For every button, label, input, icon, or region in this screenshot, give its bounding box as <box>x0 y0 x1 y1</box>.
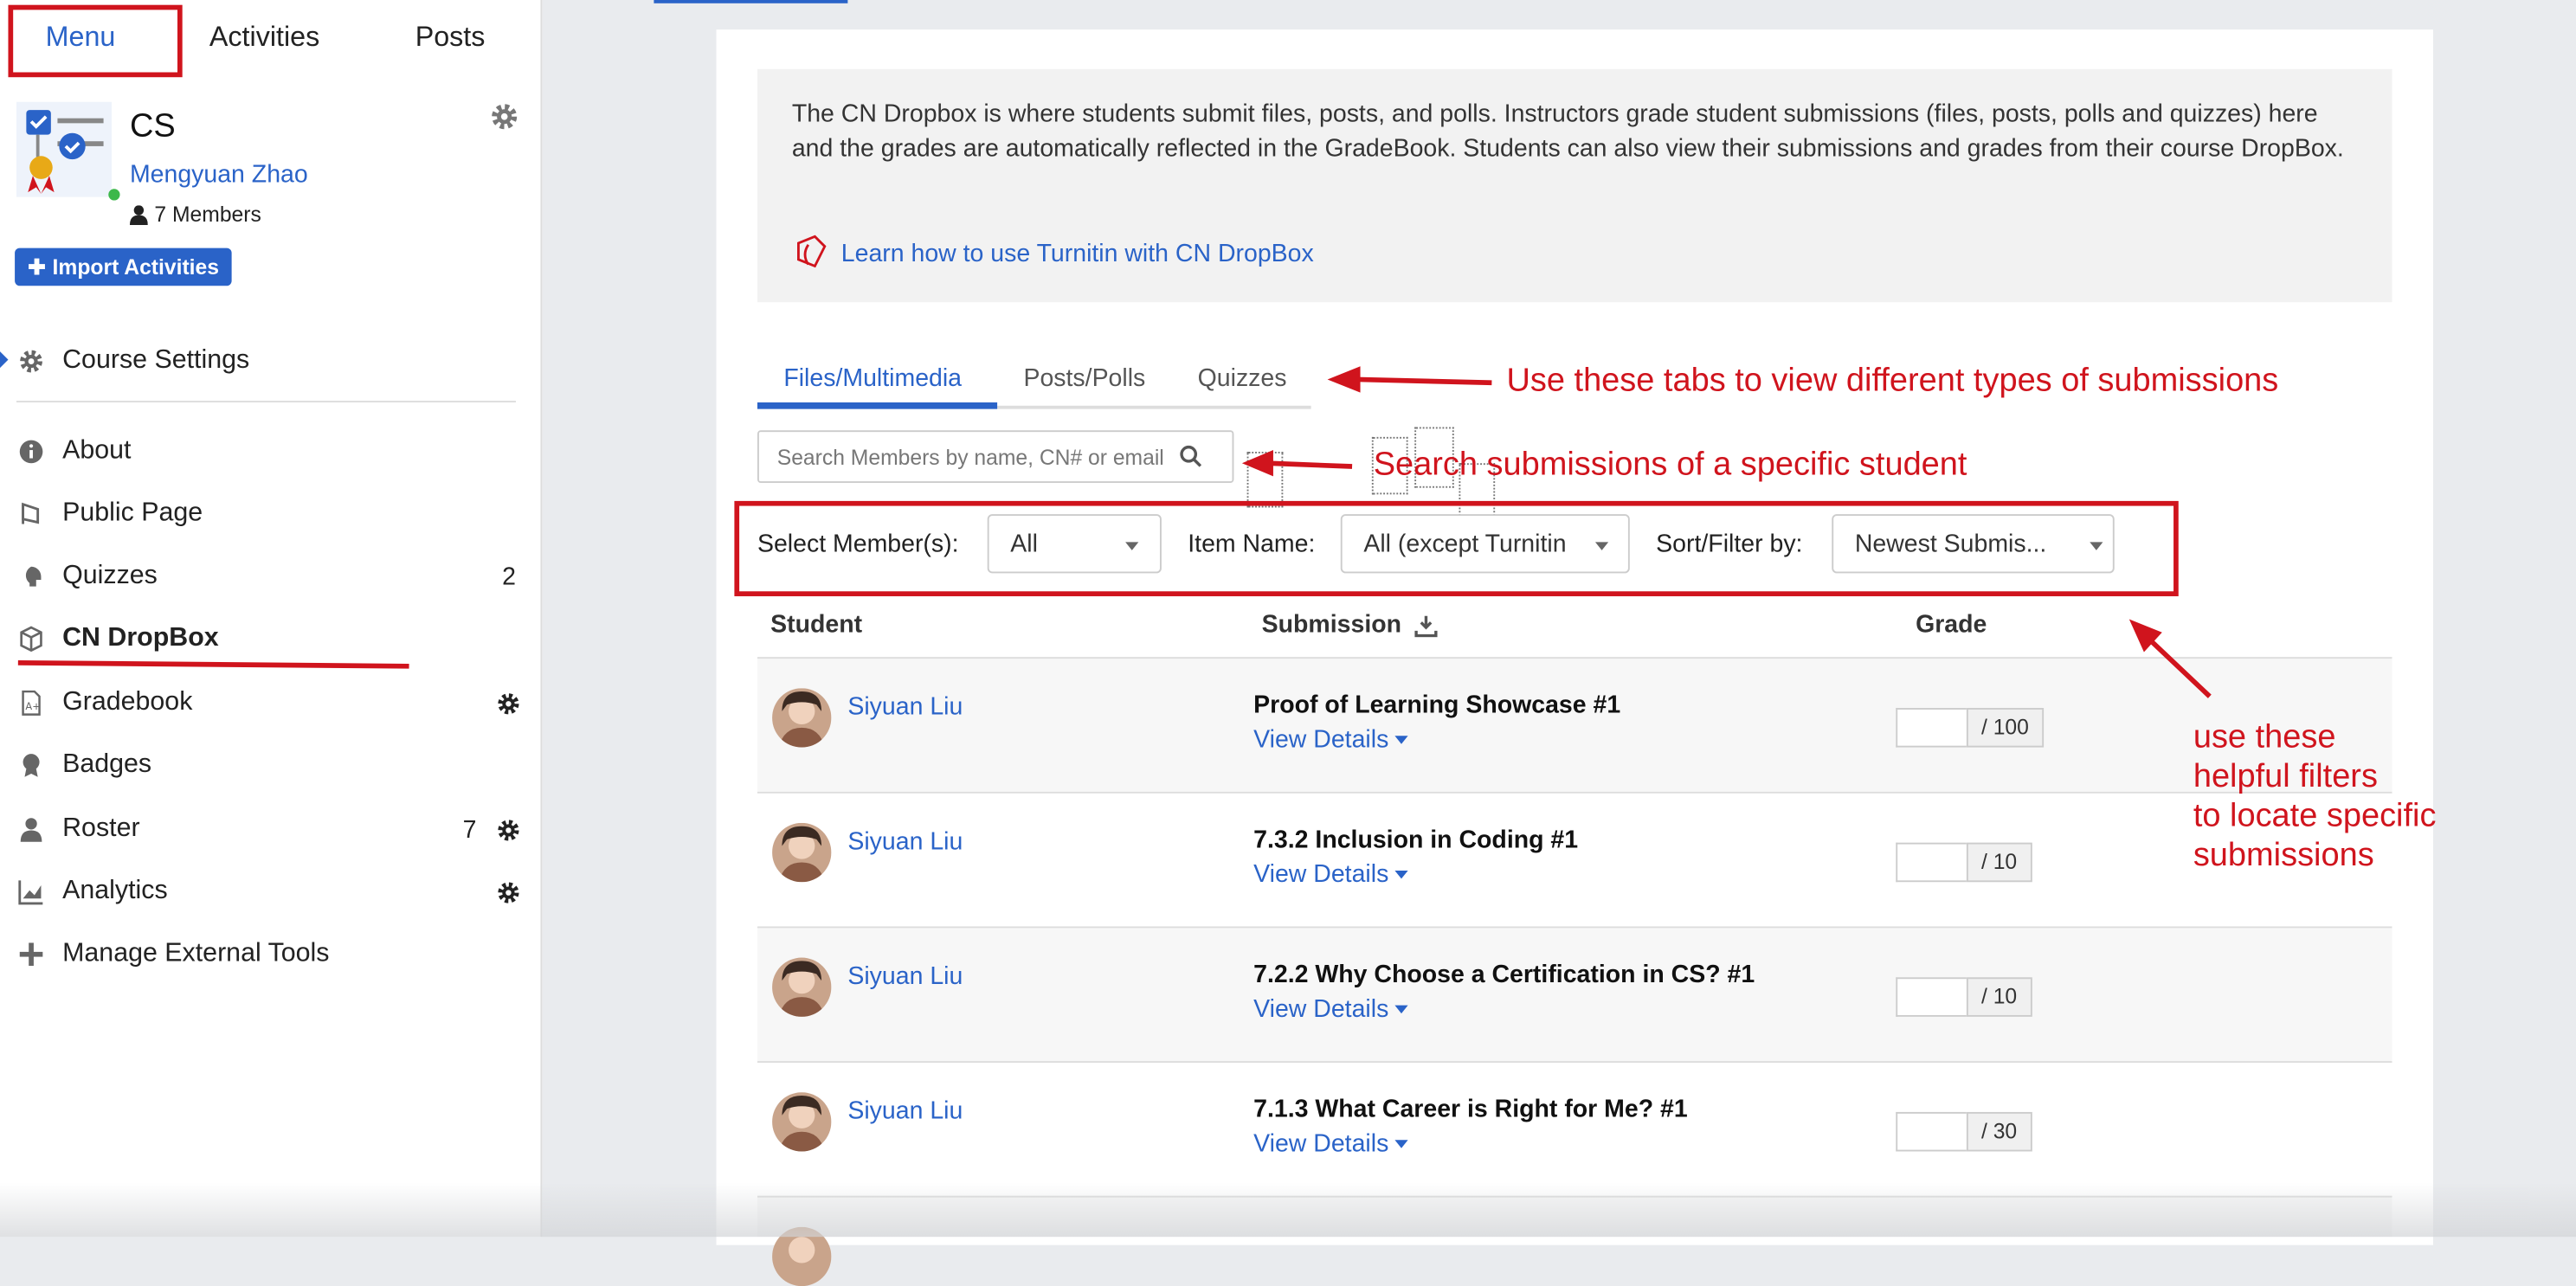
search-annotation: Search submissions of a specific student <box>1373 447 1967 484</box>
filters-annotation-line: to locate specific <box>2193 798 2437 835</box>
filters-annotation-line: helpful filters <box>2193 758 2378 795</box>
tabs-annotation: Use these tabs to view different types o… <box>1506 363 2279 400</box>
annotation-arrows <box>1241 366 2212 698</box>
filters-annotation-line: use these <box>2193 719 2336 756</box>
filters-annotation-line: submissions <box>2193 837 2374 874</box>
filters-annotation: use these helpful filters to locate spec… <box>2193 717 2437 875</box>
